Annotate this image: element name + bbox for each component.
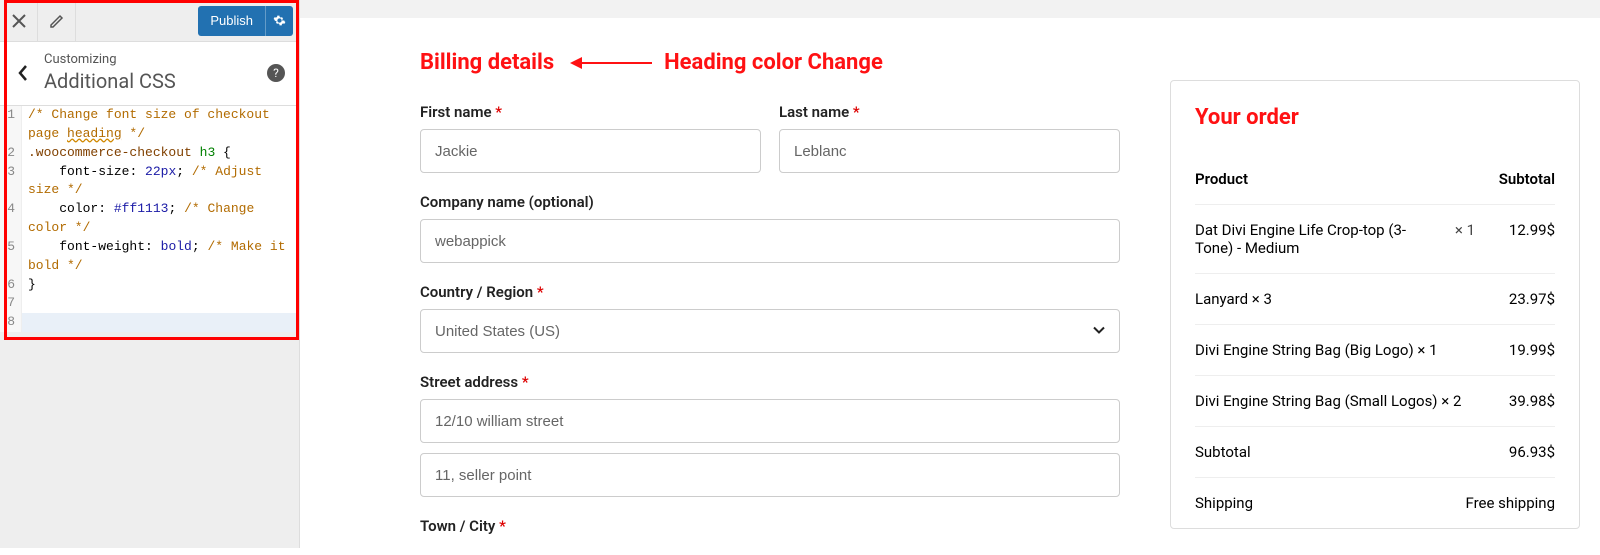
help-icon[interactable]: ? xyxy=(267,64,285,82)
preview-pane: Billing details Heading color Change Fir… xyxy=(300,0,1600,548)
first-name-label: First name * xyxy=(420,103,761,121)
publish-button[interactable]: Publish xyxy=(198,6,265,36)
publish-settings-icon[interactable] xyxy=(265,6,293,36)
sidebar-header: Customizing Additional CSS ? xyxy=(0,42,299,106)
billing-heading: Billing details xyxy=(420,50,554,75)
annotation-arrow: Heading color Change xyxy=(572,50,883,75)
panel-title: Additional CSS xyxy=(44,69,267,93)
order-summary: Your order Product Subtotal Dat Divi Eng… xyxy=(1160,50,1600,555)
street1-field[interactable] xyxy=(420,399,1120,443)
order-heading: Your order xyxy=(1195,105,1555,130)
billing-form: Billing details Heading color Change Fir… xyxy=(320,50,1160,555)
subtotal-label: Subtotal xyxy=(1195,443,1485,461)
order-col-product: Product xyxy=(1195,170,1485,188)
css-code-editor[interactable]: 1/* Change font size of checkout page he… xyxy=(0,106,299,332)
last-name-label: Last name * xyxy=(779,103,1120,121)
order-item: Divi Engine String Bag (Big Logo) × 119.… xyxy=(1195,325,1555,376)
shipping-label: Shipping xyxy=(1195,494,1465,512)
sidebar-toolbar: Publish xyxy=(0,0,299,42)
subtotal-value: 96.93$ xyxy=(1485,443,1555,461)
company-field[interactable] xyxy=(420,219,1120,263)
country-label: Country / Region * xyxy=(420,283,1120,301)
edit-icon[interactable] xyxy=(38,0,76,42)
company-label: Company name (optional) xyxy=(420,193,1120,211)
last-name-field[interactable] xyxy=(779,129,1120,173)
order-col-subtotal: Subtotal xyxy=(1485,170,1555,188)
annotation-text: Heading color Change xyxy=(664,50,883,75)
order-item: Dat Divi Engine Life Crop-top (3-Tone) -… xyxy=(1195,205,1555,274)
customizer-sidebar: Publish Customizing Additional CSS ? 1/*… xyxy=(0,0,300,548)
back-icon[interactable] xyxy=(8,53,38,93)
order-item: Lanyard × 323.97$ xyxy=(1195,274,1555,325)
street-label: Street address * xyxy=(420,373,1120,391)
shipping-value: Free shipping xyxy=(1465,494,1555,512)
close-icon[interactable] xyxy=(0,0,38,42)
customizing-label: Customizing xyxy=(44,52,267,67)
order-item: Divi Engine String Bag (Small Logos) × 2… xyxy=(1195,376,1555,427)
town-label: Town / City * xyxy=(420,517,1120,535)
street2-field[interactable] xyxy=(420,453,1120,497)
first-name-field[interactable] xyxy=(420,129,761,173)
country-select[interactable] xyxy=(420,309,1120,353)
